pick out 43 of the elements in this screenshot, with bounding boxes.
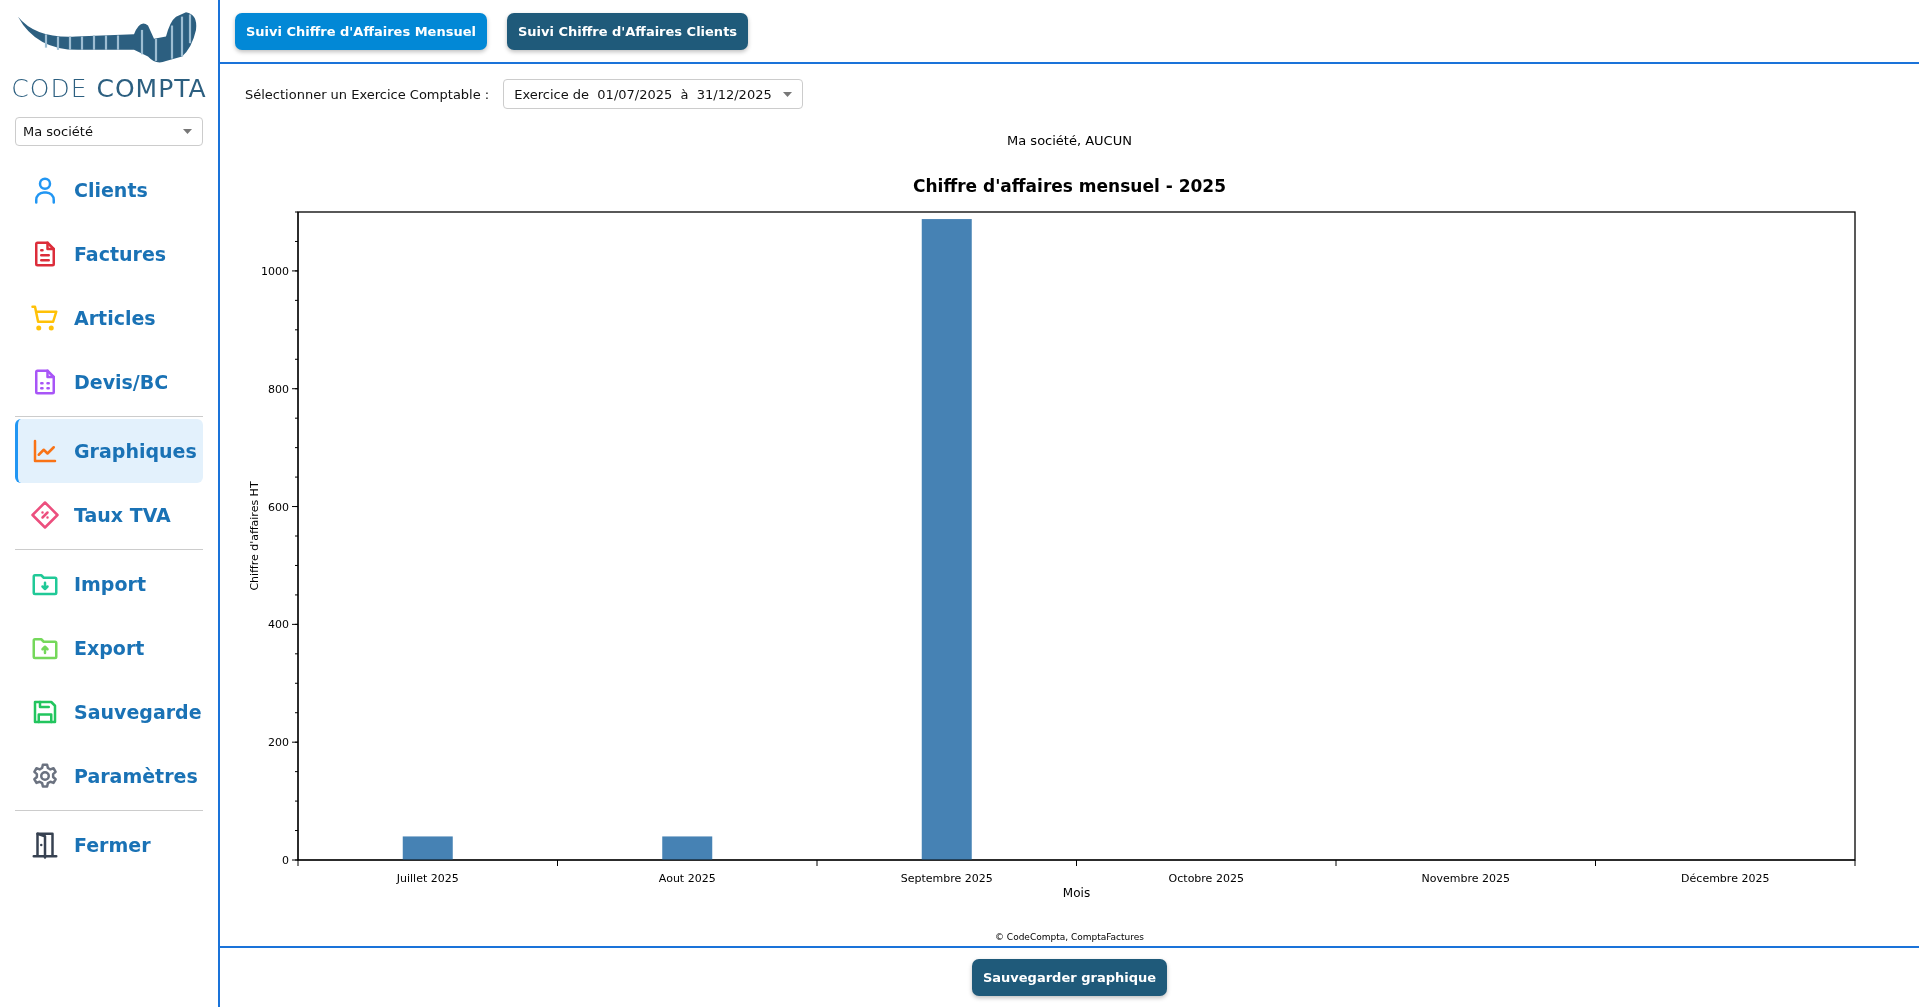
- y-tick-label: 1000: [261, 264, 289, 278]
- logo-text: CODE COMPTA: [11, 74, 207, 103]
- x-tick-label: Octobre 2025: [1168, 872, 1244, 885]
- x-tick-label: Novembre 2025: [1421, 872, 1510, 885]
- sidebar-item[interactable]: Graphiques: [15, 419, 203, 483]
- sidebar-item[interactable]: Devis/BC: [15, 350, 203, 414]
- sidebar-item[interactable]: Export: [15, 616, 203, 680]
- y-tick-label: 600: [268, 500, 289, 514]
- copyright-text: © CodeCompta, ComptaFactures: [995, 932, 1144, 942]
- chart-title: Chiffre d'affaires mensuel - 2025: [913, 176, 1226, 196]
- chart-subtitle: Ma société, AUCUN: [1007, 132, 1132, 148]
- sidebar-item[interactable]: Articles: [15, 286, 203, 350]
- bar: [662, 836, 713, 860]
- dropdown-caret-icon: [183, 129, 192, 134]
- sidebar-item[interactable]: Clients: [15, 158, 203, 222]
- percent-tag-icon: [30, 500, 60, 530]
- sidebar-item[interactable]: Factures: [15, 222, 203, 286]
- settings-icon: [30, 761, 60, 791]
- y-tick-label: 0: [282, 854, 289, 867]
- x-tick-label: Aout 2025: [658, 872, 716, 885]
- sidebar-item[interactable]: Sauvegarde: [15, 680, 203, 744]
- x-axis-title: Mois: [1062, 886, 1091, 900]
- y-axis-title: Chiffre d'affaires HT: [248, 481, 261, 591]
- x-tick-label: Juillet 2025: [396, 872, 459, 885]
- sidebar-item[interactable]: Import: [15, 552, 203, 616]
- y-tick-label: 800: [268, 382, 289, 396]
- y-tick-label: 200: [268, 736, 289, 750]
- x-tick-label: Septembre 2025: [900, 872, 993, 885]
- period-select[interactable]: Exercice de 01/07/2025 à 31/12/2025: [503, 79, 804, 109]
- tab[interactable]: Suivi Chiffre d'Affaires Mensuel: [235, 12, 487, 50]
- sidebar-item[interactable]: Taux TVA: [15, 483, 203, 547]
- y-tick-label: 400: [268, 618, 289, 632]
- x-tick-label: Décembre 2025: [1681, 872, 1770, 885]
- period-label: Sélectionner un Exercice Comptable :: [245, 86, 490, 102]
- door-icon: [30, 830, 60, 860]
- cart-icon: [30, 303, 60, 333]
- sidebar-item[interactable]: Paramètres: [15, 744, 203, 808]
- bar: [402, 836, 453, 860]
- company-select[interactable]: Ma société: [15, 117, 203, 146]
- dropdown-caret-icon: [783, 91, 793, 97]
- sidebar-item[interactable]: Fermer: [15, 813, 203, 877]
- save-chart-button[interactable]: Sauvegarder graphique: [971, 959, 1168, 996]
- tab[interactable]: Suivi Chiffre d'Affaires Clients: [506, 12, 749, 50]
